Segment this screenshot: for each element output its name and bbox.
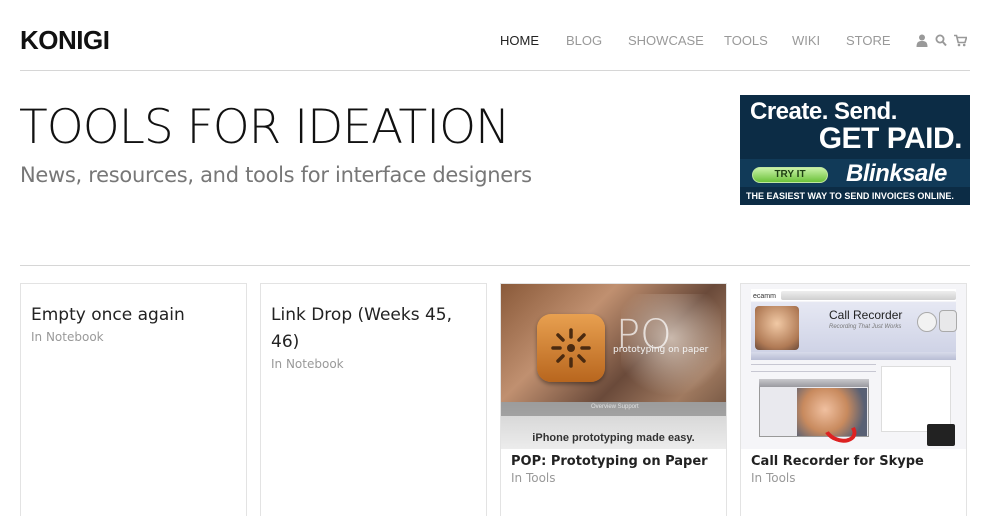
section-divider (20, 265, 970, 266)
ad-tagline: THE EASIEST WAY TO SEND INVOICES ONLINE. (746, 191, 954, 201)
thumb-links: Overview Support (591, 404, 639, 410)
ad-try-button[interactable]: TRY IT (752, 167, 828, 183)
user-icon[interactable] (916, 34, 928, 47)
post-title[interactable]: Link Drop (Weeks 45, 46) (271, 302, 476, 356)
post-card[interactable]: ecamm Call Recorder Recording That Just … (740, 283, 967, 516)
nav-blog[interactable]: BLOG (566, 33, 602, 48)
thumb-face (755, 306, 799, 350)
nav-wiki[interactable]: WIKI (792, 33, 820, 48)
post-thumbnail[interactable]: PO prototyping on paper Overview Support… (501, 284, 726, 449)
thumb-sidebar (881, 366, 951, 432)
thumb-nav (781, 291, 956, 300)
post-card[interactable]: Empty once again In Notebook (20, 283, 247, 516)
post-card[interactable]: Link Drop (Weeks 45, 46) In Notebook (260, 283, 487, 516)
ad-headline-2: GET PAID. (818, 122, 963, 155)
header-icons (916, 34, 968, 48)
pop-app-icon (537, 314, 605, 382)
post-card[interactable]: PO prototyping on paper Overview Support… (500, 283, 727, 516)
main-nav: HOME BLOG SHOWCASE TOOLS WIKI STORE (0, 33, 985, 49)
nav-store[interactable]: STORE (846, 33, 891, 48)
thumb-download-button (917, 312, 937, 332)
hero-subtitle: News, resources, and tools for interface… (20, 163, 532, 187)
cart-icon[interactable] (954, 34, 967, 47)
thumb-subtext: prototyping on paper (613, 345, 709, 355)
ad-brand: Blinksale (846, 160, 947, 187)
thumb-window-bar (759, 379, 869, 387)
post-category[interactable]: In Tools (751, 471, 796, 485)
sun-icon (551, 328, 591, 368)
search-icon[interactable] (935, 34, 947, 47)
ad-banner[interactable]: Create. Send. GET PAID. TRY IT Blinksale… (740, 95, 970, 205)
thumb-text-lines (751, 364, 876, 372)
thumb-title: Call Recorder (829, 308, 903, 322)
post-category[interactable]: In Tools (511, 471, 556, 485)
nav-home[interactable]: HOME (500, 33, 539, 48)
post-title[interactable]: POP: Prototyping on Paper (511, 454, 708, 469)
header-divider (20, 70, 970, 71)
nav-showcase[interactable]: SHOWCASE (628, 33, 704, 48)
thumb-caption: iPhone prototyping made easy. (532, 432, 695, 444)
post-category[interactable]: In Notebook (31, 330, 104, 344)
thumb-tagline: Recording That Just Works (829, 324, 902, 330)
post-category[interactable]: In Notebook (271, 357, 344, 371)
hero-title: TOOLS FOR IDEATION (19, 100, 510, 155)
thumb-logo: ecamm (753, 293, 776, 300)
post-title[interactable]: Empty once again (31, 302, 236, 329)
thumb-buy-button (939, 310, 957, 332)
thumb-tv (927, 424, 955, 446)
post-title[interactable]: Call Recorder for Skype (751, 454, 924, 469)
post-thumbnail[interactable]: ecamm Call Recorder Recording That Just … (741, 284, 966, 449)
nav-tools[interactable]: TOOLS (724, 33, 768, 48)
thumb-tabs (751, 352, 956, 360)
